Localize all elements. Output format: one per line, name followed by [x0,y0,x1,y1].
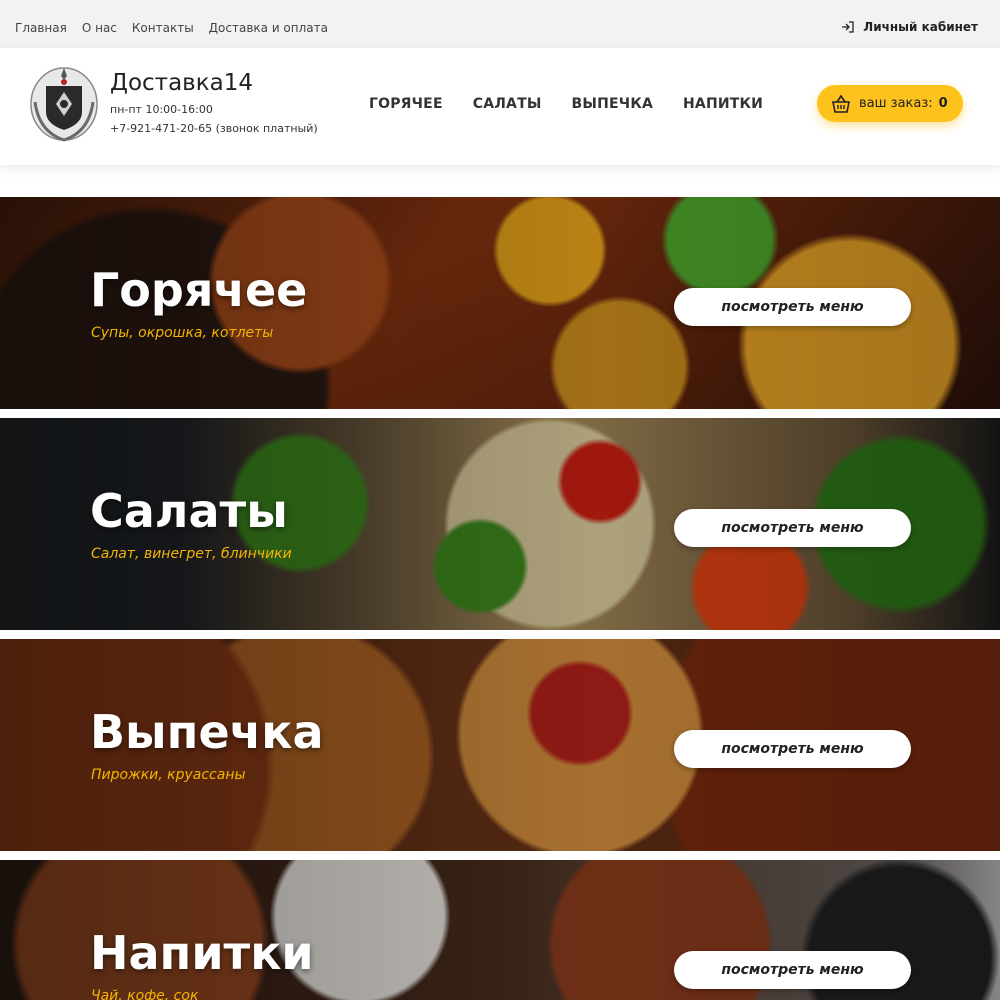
nav-hot[interactable]: ГОРЯЧЕЕ [369,96,443,112]
nav-drinks[interactable]: НАПИТКИ [683,96,763,112]
category-subtitle: Чай, кофе, сок [91,988,199,1000]
category-title: Горячее [90,263,308,317]
category-banner-salads[interactable]: Салаты Салат, винегрет, блинчики посмотр… [0,418,1000,630]
category-subtitle: Супы, окрошка, котлеты [91,325,274,341]
view-menu-button[interactable]: посмотреть меню [674,288,911,326]
top-link-home[interactable]: Главная [15,21,67,35]
account-link[interactable]: Личный кабинет [841,20,978,34]
phone-number[interactable]: +7-921-471-20-65 (звонок платный) [110,122,318,135]
nav-bakery[interactable]: ВЫПЕЧКА [572,96,653,112]
working-hours: пн-пт 10:00-16:00 [110,103,213,116]
top-link-about[interactable]: О нас [82,21,117,35]
top-bar: Главная О нас Контакты Доставка и оплата… [0,0,1000,48]
main-nav: ГОРЯЧЕЕ САЛАТЫ ВЫПЕЧКА НАПИТКИ [369,96,763,112]
view-menu-button[interactable]: посмотреть меню [674,509,911,547]
top-link-delivery[interactable]: Доставка и оплата [209,21,328,35]
top-nav: Главная О нас Контакты Доставка и оплата [15,21,328,35]
category-title: Выпечка [90,705,324,759]
site-header: Доставка14 пн-пт 10:00-16:00 +7-921-471-… [0,48,1000,165]
category-subtitle: Пирожки, круассаны [91,767,246,783]
category-banner-hot[interactable]: Горячее Супы, окрошка, котлеты посмотрет… [0,197,1000,409]
view-menu-button[interactable]: посмотреть меню [674,730,911,768]
category-banner-drinks[interactable]: Напитки Чай, кофе, сок посмотреть меню [0,860,1000,1000]
category-title: Салаты [90,484,288,538]
top-link-contacts[interactable]: Контакты [132,21,194,35]
cart-button[interactable]: ваш заказ: 0 [817,85,963,122]
cart-label: ваш заказ: [859,96,933,111]
login-arrow-icon [842,21,854,33]
cart-count: 0 [938,96,948,111]
brand-name[interactable]: Доставка14 [110,70,253,96]
category-banner-bakery[interactable]: Выпечка Пирожки, круассаны посмотреть ме… [0,639,1000,851]
emblem-logo[interactable] [29,62,100,144]
category-subtitle: Салат, винегрет, блинчики [91,546,292,562]
category-title: Напитки [90,926,314,980]
account-label: Личный кабинет [863,20,978,34]
view-menu-button[interactable]: посмотреть меню [674,951,911,989]
nav-salads[interactable]: САЛАТЫ [473,96,542,112]
basket-icon [832,94,850,113]
